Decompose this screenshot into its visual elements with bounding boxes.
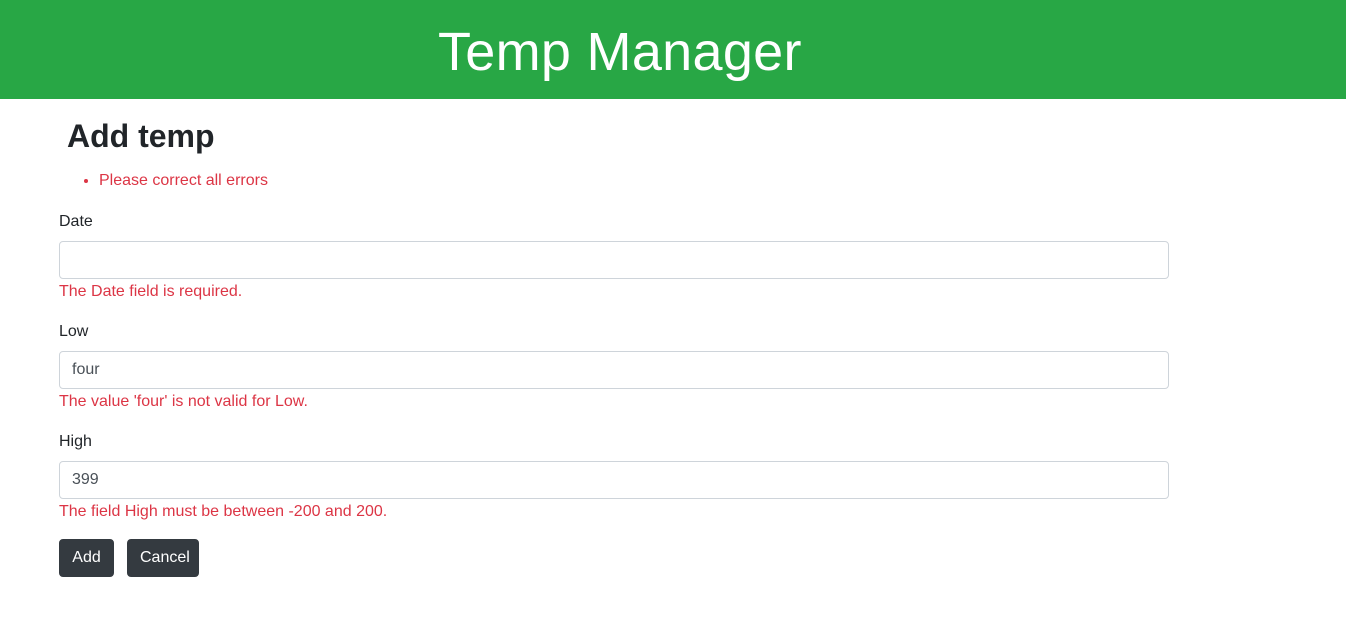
date-input[interactable] xyxy=(59,241,1169,279)
low-input[interactable] xyxy=(59,351,1169,389)
cancel-button[interactable]: Cancel xyxy=(127,539,199,577)
low-label: Low xyxy=(59,323,89,340)
high-input[interactable] xyxy=(59,461,1169,499)
add-button[interactable]: Add xyxy=(59,539,114,577)
validation-summary-item: Please correct all errors xyxy=(99,171,268,191)
validation-summary: Please correct all errors xyxy=(59,171,268,191)
page-title: Add temp xyxy=(67,118,215,154)
high-label: High xyxy=(59,433,92,450)
high-error: The field High must be between -200 and … xyxy=(59,503,388,520)
app-title: Temp Manager xyxy=(438,22,802,82)
app-header: Temp Manager xyxy=(0,0,1346,99)
date-label: Date xyxy=(59,213,93,230)
date-error: The Date field is required. xyxy=(59,283,243,300)
low-error: The value 'four' is not valid for Low. xyxy=(59,393,308,410)
